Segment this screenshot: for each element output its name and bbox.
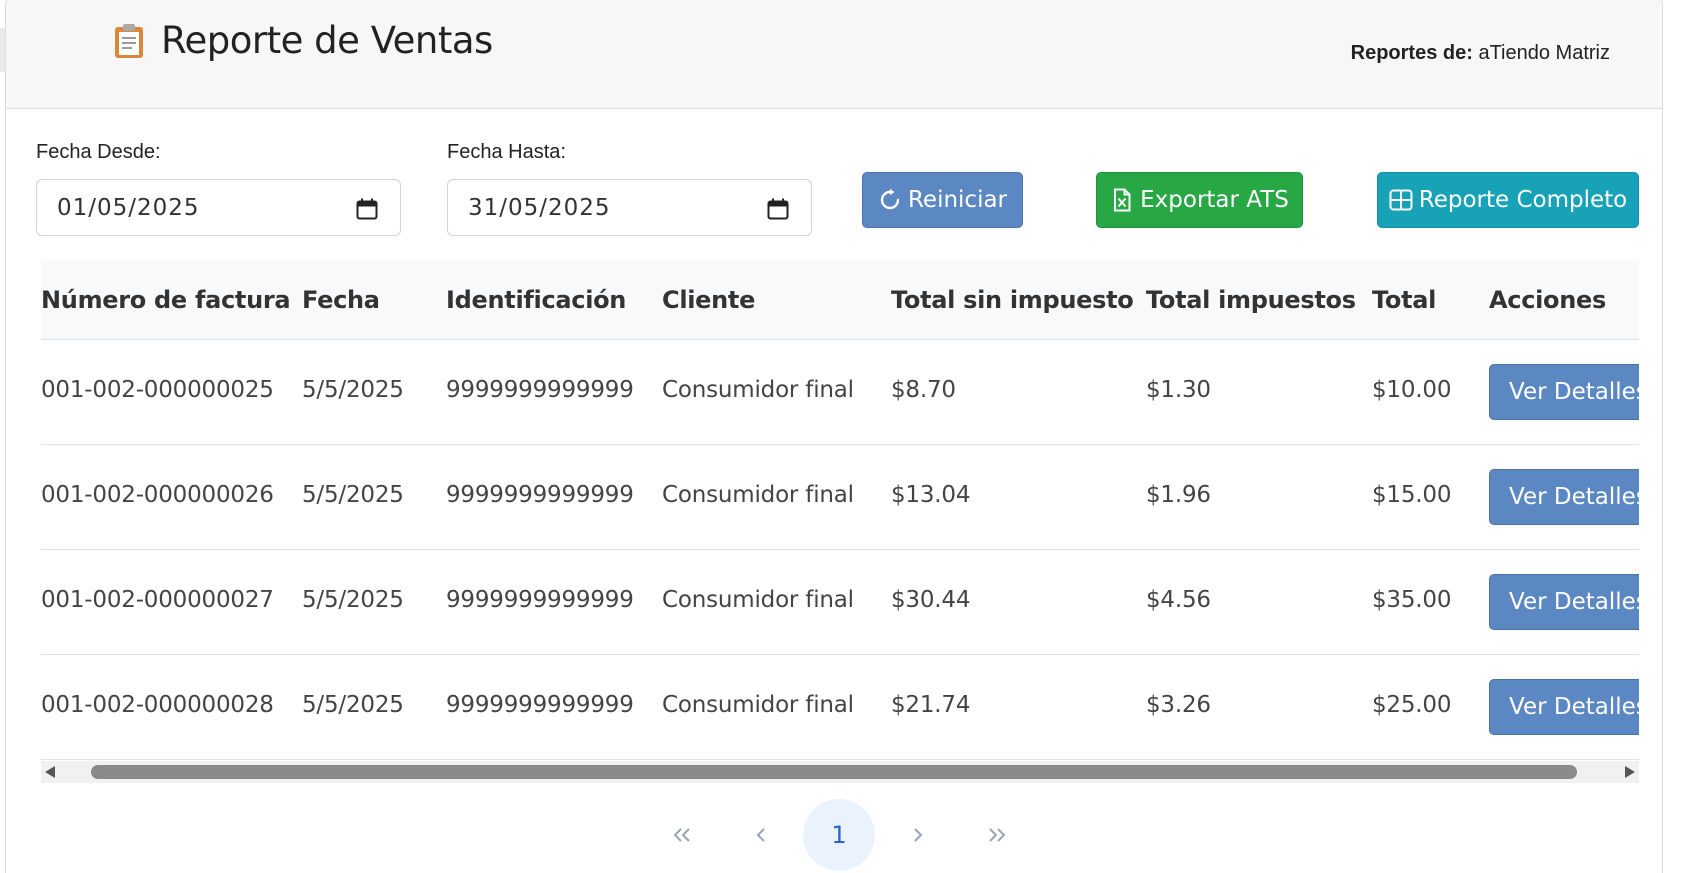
date-to-value: 31/05/2025 [468,195,611,221]
sales-table: Número de factura Fecha Identificación C… [41,260,1639,760]
cell-identification: 9999999999999 [446,692,634,718]
cell-subtotal: $21.74 [891,692,971,718]
last-page-button[interactable] [961,799,1033,871]
cell-invoice: 001-002-000000025 [41,377,274,403]
prev-page-button[interactable] [725,799,797,871]
page-title: Reporte de Ventas [161,19,493,62]
cell-identification: 9999999999999 [446,482,634,508]
cell-client: Consumidor final [662,692,854,718]
cell-tax: $4.56 [1146,587,1211,613]
full-report-button-label: Reporte Completo [1418,187,1628,213]
cell-identification: 9999999999999 [446,377,634,403]
cell-tax: $1.96 [1146,482,1211,508]
cell-date: 5/5/2025 [302,377,404,403]
cell-client: Consumidor final [662,482,854,508]
chevron-left-icon [756,828,765,842]
first-page-button[interactable] [646,799,718,871]
cell-subtotal: $13.04 [891,482,971,508]
card-header: Reporte de Ventas Reportes de: aTiendo M… [6,0,1662,109]
column-header: Total sin impuesto [891,286,1134,314]
column-header: Número de factura [41,286,291,314]
table-row: 001-002-000000027 5/5/2025 9999999999999… [41,550,1639,655]
scroll-right-arrow-icon[interactable] [1625,766,1635,778]
date-to-label: Fecha Hasta: [447,141,566,163]
reset-button[interactable]: Reiniciar [862,172,1023,228]
cell-date: 5/5/2025 [302,692,404,718]
cell-date: 5/5/2025 [302,482,404,508]
view-details-button[interactable]: Ver Detalles [1489,364,1639,420]
view-details-button[interactable]: Ver Detalles [1489,679,1639,735]
double-chevron-right-icon [989,828,1006,842]
cell-tax: $1.30 [1146,377,1211,403]
cell-total: $25.00 [1372,692,1452,718]
date-to-input[interactable]: 31/05/2025 [447,179,812,236]
table-header: Número de factura Fecha Identificación C… [41,260,1639,340]
column-header: Total [1372,286,1437,314]
cell-invoice: 001-002-000000026 [41,482,274,508]
store-info: Reportes de: aTiendo Matriz [1351,42,1610,65]
sales-report-card: Reporte de Ventas Reportes de: aTiendo M… [5,0,1663,873]
column-header: Fecha [302,286,380,314]
store-name: aTiendo Matriz [1478,42,1610,64]
column-header: Cliente [662,286,756,314]
calendar-icon[interactable] [767,198,789,220]
date-from-label: Fecha Desde: [36,141,161,163]
scroll-left-arrow-icon[interactable] [45,766,55,778]
reset-button-label: Reiniciar [907,187,1008,213]
column-header: Acciones [1489,286,1606,314]
reports-of-label: Reportes de: [1350,42,1473,64]
cell-invoice: 001-002-000000028 [41,692,274,718]
next-page-button[interactable] [882,799,954,871]
cell-invoice: 001-002-000000027 [41,587,274,613]
cell-subtotal: $8.70 [891,377,956,403]
cell-total: $10.00 [1372,377,1452,403]
cell-identification: 9999999999999 [446,587,634,613]
refresh-icon [880,188,900,210]
horizontal-scrollbar[interactable] [41,761,1639,783]
cell-client: Consumidor final [662,377,854,403]
export-ats-button-label: Exportar ATS [1140,187,1289,213]
cell-total: $35.00 [1372,587,1452,613]
column-header: Identificación [446,286,627,314]
column-header: Total impuestos [1146,286,1356,314]
export-ats-button[interactable]: Exportar ATS [1096,172,1303,228]
file-excel-icon [1114,188,1131,212]
cell-subtotal: $30.44 [891,587,971,613]
double-chevron-left-icon [673,828,690,842]
table-row: 001-002-000000026 5/5/2025 9999999999999… [41,445,1639,550]
view-details-button[interactable]: Ver Detalles [1489,574,1639,630]
cell-date: 5/5/2025 [302,587,404,613]
full-report-button[interactable]: Reporte Completo [1377,172,1639,228]
date-from-value: 01/05/2025 [57,195,200,221]
date-from-input[interactable]: 01/05/2025 [36,179,401,236]
clipboard-icon [115,24,143,58]
view-details-button[interactable]: Ver Detalles [1489,469,1639,525]
table-grid-icon [1389,189,1413,211]
cell-total: $15.00 [1372,482,1452,508]
scrollbar-thumb[interactable] [91,765,1577,779]
table-row: 001-002-000000028 5/5/2025 9999999999999… [41,655,1639,760]
table-row: 001-002-000000025 5/5/2025 9999999999999… [41,340,1639,445]
cell-tax: $3.26 [1146,692,1211,718]
calendar-icon[interactable] [356,198,378,220]
cell-client: Consumidor final [662,587,854,613]
page-1-button[interactable]: 1 [803,799,875,871]
chevron-right-icon [914,828,923,842]
